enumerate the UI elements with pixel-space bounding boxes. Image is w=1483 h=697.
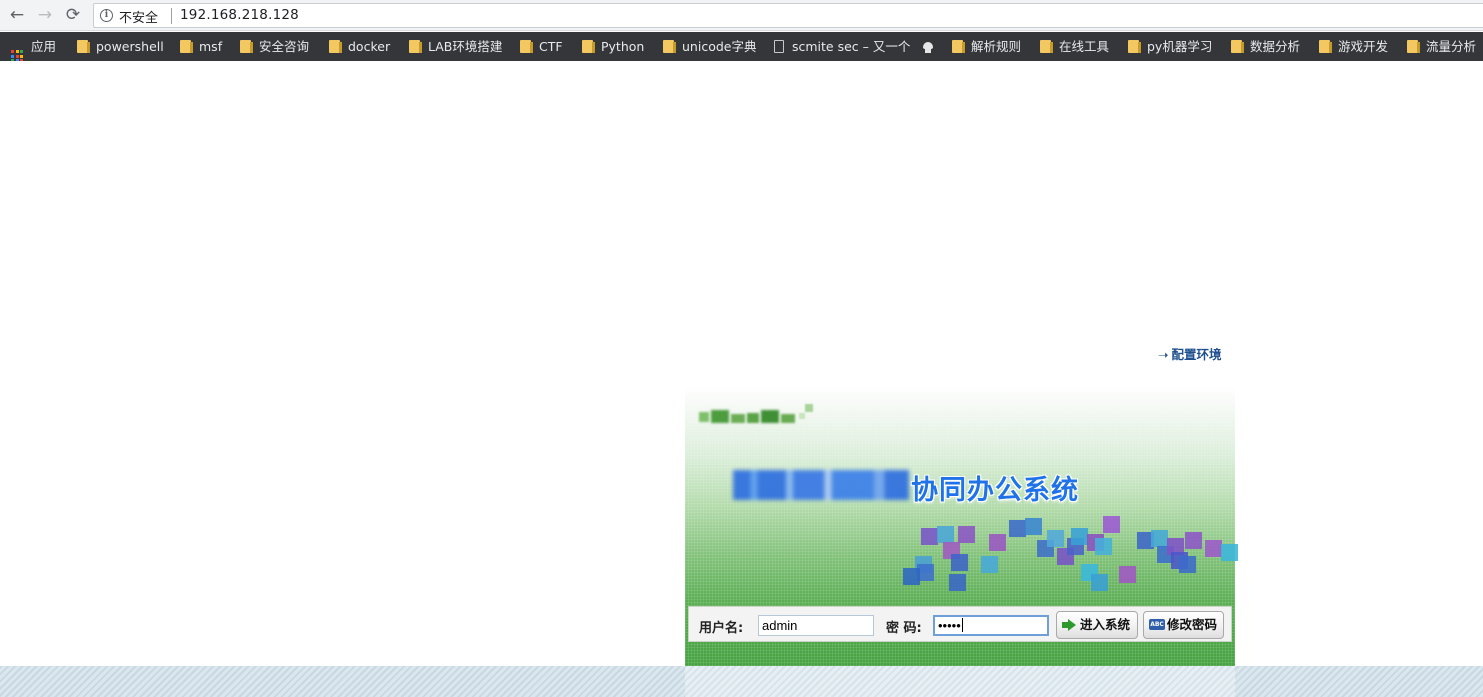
bookmark-label: Python bbox=[601, 39, 645, 54]
folder-icon bbox=[77, 40, 90, 53]
bookmark-py-ml[interactable]: py机器学习 bbox=[1128, 38, 1212, 56]
bookmark-python[interactable]: Python bbox=[582, 38, 644, 56]
username-value: admin bbox=[762, 618, 798, 633]
login-button-label: 进入系统 bbox=[1080, 617, 1131, 632]
bookmark-label: py机器学习 bbox=[1147, 39, 1213, 54]
bookmark-game-dev[interactable]: 游戏开发 bbox=[1319, 38, 1388, 56]
enter-arrow-icon bbox=[1062, 619, 1076, 631]
system-title-text: 协同办公系统 bbox=[911, 475, 1079, 506]
reload-button[interactable]: ⟳ bbox=[61, 4, 85, 26]
bookmark-unicode[interactable]: unicode字典 bbox=[663, 38, 756, 56]
browser-toolbar: ← → ⟳ i 不安全 192.168.218.128 bbox=[0, 0, 1483, 31]
bookmark-label: powershell bbox=[96, 39, 164, 54]
username-input[interactable]: admin bbox=[758, 615, 874, 636]
bookmarks-bar: 应用 powershell msf 安全咨询 docker LAB环境搭建 CT… bbox=[0, 32, 1483, 61]
folder-icon bbox=[520, 40, 533, 53]
folder-icon bbox=[663, 40, 676, 53]
change-password-label: 修改密码 bbox=[1167, 617, 1218, 632]
apps-grid-icon bbox=[11, 50, 23, 61]
login-panel: 协同办公系统 用户名: admin 密 码: ••••• 进入系统 ABC 修改… bbox=[685, 386, 1238, 666]
forward-arrow-icon: → bbox=[37, 5, 53, 25]
bookmark-label: 应用 bbox=[31, 39, 57, 54]
bookmark-traffic-analysis[interactable]: 流量分析 bbox=[1407, 38, 1476, 56]
folder-icon bbox=[582, 40, 595, 53]
folder-icon bbox=[240, 40, 253, 53]
address-bar[interactable]: i 不安全 192.168.218.128 bbox=[93, 3, 1483, 28]
bookmark-security-news[interactable]: 安全咨询 bbox=[240, 38, 309, 56]
bookmark-powershell[interactable]: powershell bbox=[77, 38, 164, 56]
bookmark-label: 数据分析 bbox=[1250, 39, 1301, 54]
forward-button[interactable]: → bbox=[33, 4, 57, 26]
login-form: 用户名: admin 密 码: ••••• 进入系统 ABC 修改密码 bbox=[688, 606, 1232, 642]
back-arrow-icon: ← bbox=[9, 5, 25, 25]
folder-icon bbox=[1407, 40, 1420, 53]
bookmark-data-analysis[interactable]: 数据分析 bbox=[1231, 38, 1300, 56]
text-caret bbox=[961, 618, 963, 632]
folder-icon bbox=[329, 40, 342, 53]
password-value: ••••• bbox=[938, 618, 961, 633]
bookmark-label: unicode字典 bbox=[682, 39, 757, 54]
bookmark-parse-rules[interactable]: 解析规则 bbox=[952, 38, 1021, 56]
folder-icon bbox=[180, 40, 193, 53]
bookmark-label: msf bbox=[199, 39, 223, 54]
config-environment-link[interactable]: ➝ 配置环境 bbox=[1158, 344, 1222, 363]
footer-band-center bbox=[685, 666, 1235, 697]
reload-icon: ⟳ bbox=[65, 5, 81, 25]
change-password-button[interactable]: ABC 修改密码 bbox=[1143, 611, 1224, 639]
bookmark-online-tools[interactable]: 在线工具 bbox=[1040, 38, 1109, 56]
config-link-label: 配置环境 bbox=[1171, 347, 1222, 362]
bookmark-label: 游戏开发 bbox=[1338, 39, 1389, 54]
abc-icon: ABC bbox=[1149, 619, 1165, 630]
bookmark-label: LAB环境搭建 bbox=[428, 39, 503, 54]
bookmark-label: scmite sec – 又一个 bbox=[792, 39, 911, 54]
arrow-right-icon: ➝ bbox=[1158, 347, 1169, 362]
bookmark-hat[interactable] bbox=[922, 38, 942, 56]
security-status[interactable]: 不安全 bbox=[119, 7, 158, 26]
password-label: 密 码: bbox=[886, 621, 922, 636]
folder-icon bbox=[952, 40, 965, 53]
folder-icon bbox=[1231, 40, 1244, 53]
back-button[interactable]: ← bbox=[5, 4, 29, 26]
bookmark-label: 在线工具 bbox=[1059, 39, 1110, 54]
bookmark-msf[interactable]: msf bbox=[180, 38, 222, 56]
bookmark-label: 流量分析 bbox=[1426, 39, 1477, 54]
folder-icon bbox=[1319, 40, 1332, 53]
login-button[interactable]: 进入系统 bbox=[1056, 611, 1138, 639]
folder-icon bbox=[1128, 40, 1141, 53]
address-divider bbox=[171, 8, 172, 24]
page-icon bbox=[774, 40, 784, 53]
bookmark-docker[interactable]: docker bbox=[329, 38, 390, 56]
bookmark-label: CTF bbox=[539, 39, 563, 54]
bookmark-label: 解析规则 bbox=[971, 39, 1022, 54]
title-redacted-block bbox=[733, 470, 909, 500]
password-input[interactable]: ••••• bbox=[933, 615, 1049, 636]
username-label: 用户名: bbox=[699, 621, 744, 636]
bookmark-scmite[interactable]: scmite sec – 又一个 bbox=[774, 38, 910, 56]
url-text[interactable]: 192.168.218.128 bbox=[180, 7, 299, 23]
bookmark-ctf[interactable]: CTF bbox=[520, 38, 563, 56]
logo bbox=[699, 404, 813, 430]
bookmark-lab-setup[interactable]: LAB环境搭建 bbox=[409, 38, 502, 56]
info-icon[interactable]: i bbox=[100, 9, 113, 22]
folder-icon bbox=[409, 40, 422, 53]
decorative-tiles bbox=[895, 506, 1238, 606]
bookmark-label: 安全咨询 bbox=[259, 39, 310, 54]
folder-icon bbox=[1040, 40, 1053, 53]
bookmark-label: docker bbox=[348, 39, 391, 54]
bookmark-apps[interactable]: 应用 bbox=[11, 38, 57, 61]
hat-icon bbox=[922, 41, 934, 53]
